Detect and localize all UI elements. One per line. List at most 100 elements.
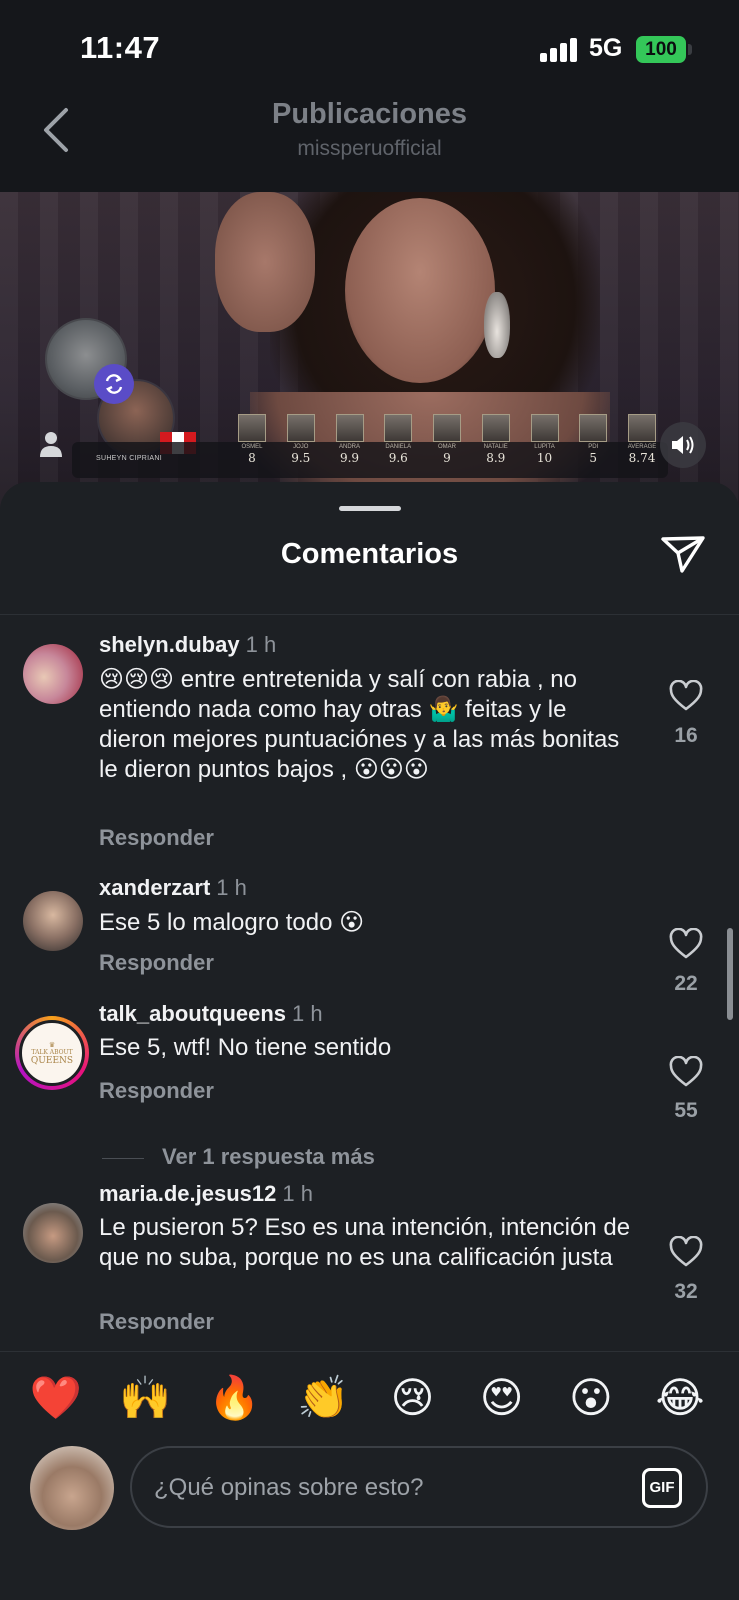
comment-avatar[interactable] [23,1203,83,1263]
judge-name: LUPITA [534,444,555,450]
user-icon[interactable] [38,430,64,458]
top-bar: 11:47 5G 100 Publicaciones missperuoffic… [0,0,739,192]
reaction-emoji[interactable]: 🔥 [196,1372,272,1424]
comment-text: Ese 5, wtf! No tiene sentido [99,1034,392,1061]
composer-area: ❤️🙌🔥👏 😢😍😮😂 GIF [0,1351,739,1600]
comment-time: 1 h [216,875,247,900]
page-subtitle[interactable]: missperuofficial [0,137,739,161]
judge-name: AVERAGE [627,444,657,450]
view-more-replies[interactable]: Ver 1 respuesta más [162,1144,375,1170]
my-avatar [30,1446,114,1530]
like-count: 16 [674,724,698,747]
page-title: Publicaciones [271,98,467,130]
heart-icon[interactable] [669,680,703,712]
judge-score: JOJO 9.5 [281,414,321,478]
sheet-divider [0,614,739,615]
reaction-emoji[interactable]: 👏 [285,1372,361,1424]
comment-avatar[interactable] [23,891,83,951]
heart-icon[interactable] [669,1056,703,1088]
judge-score: OMAR 9 [427,414,467,478]
judge-value: 9.9 [339,451,360,465]
judge-value: 8.74 [628,451,656,465]
judge-photo [433,414,461,442]
judge-photo [335,414,364,442]
judge-value: 8.9 [486,451,506,465]
judge-score: NATALIE 8.9 [476,414,516,478]
scoreboard: SUHEYN CIPRIANI OSMEL 8 JOJO 9.5 ANDRA 9.9 DAN… [72,414,668,478]
judge-name: DANIELA [385,444,412,450]
reply-button[interactable]: Responder [99,1078,214,1104]
network-label: 5G [589,34,623,62]
comment-username[interactable]: shelyn.dubay 1 h [99,632,276,658]
signal-icon [540,38,578,62]
judge-photo [579,414,608,442]
judge-score: DANIELA 9.6 [378,414,418,478]
reply-button[interactable]: Responder [99,1309,214,1335]
reaction-emoji[interactable]: 😍 [464,1372,540,1424]
judge-photo [384,414,413,442]
reaction-emoji[interactable]: 😂 [642,1372,718,1424]
judge-name: JOJO [293,444,309,450]
judge-photo [481,414,510,442]
comment-username[interactable]: xanderzart 1 h [99,875,247,901]
like-count: 22 [674,972,698,995]
heart-icon[interactable] [669,1236,703,1268]
repost-icon [94,364,134,404]
judge-value: 5 [589,451,598,465]
reaction-emoji[interactable]: 🙌 [107,1372,183,1424]
sheet-grabber[interactable] [339,506,401,511]
comment-time: 1 h [282,1181,313,1206]
replies-divider [102,1158,144,1159]
sheet-title: Comentarios [280,538,459,570]
gif-button[interactable]: GIF [642,1468,682,1508]
comment-text: Le pusieron 5? Eso es una intención, int… [99,1214,631,1271]
reaction-emoji[interactable]: 😮 [553,1372,629,1424]
battery-icon: 100 [636,36,686,63]
reaction-emoji[interactable]: ❤️ [18,1372,94,1424]
media-earring [484,292,510,358]
comment-text: Ese 5 lo malogro todo 😮 [99,909,365,936]
judge-score: PDI 5 [573,414,613,478]
volume-icon[interactable] [660,422,706,468]
comment-username[interactable]: talk_aboutqueens 1 h [99,1001,323,1027]
comment-avatar[interactable] [23,644,83,704]
reply-button[interactable]: Responder [99,950,214,976]
share-send-icon[interactable] [660,534,706,574]
comment-input-box[interactable]: GIF [130,1446,708,1528]
judge-value: 9.5 [291,451,311,465]
judge-photo [286,414,315,442]
contestant-name: SUHEYN CIPRIANI [96,455,162,462]
reply-button[interactable]: Responder [99,825,214,851]
judge-score: LUPITA 10 [525,414,565,478]
post-media[interactable]: SUHEYN CIPRIANI OSMEL 8 JOJO 9.5 ANDRA 9.9 DAN… [0,192,739,522]
comment-username[interactable]: maria.de.jesus12 1 h [99,1181,313,1207]
comment-input[interactable] [154,1468,614,1508]
media-hand [215,192,315,332]
talk-about-queens-logo: ♛ TALK ABOUT QUEENS [19,1020,85,1086]
judge-value: 8 [248,451,256,465]
like-count: 32 [674,1280,698,1303]
comment-avatar[interactable]: ♛ TALK ABOUT QUEENS [15,1016,89,1090]
judge-photo [530,414,559,442]
comment-time: 1 h [245,632,277,657]
like-count: 55 [674,1099,698,1122]
judge-value: 9 [443,451,451,465]
judge-score: ANDRA 9.9 [330,414,370,478]
judge-name: PDI [588,444,599,450]
judge-name: ANDRA [338,444,360,450]
judge-score: AVERAGE 8.74 [622,414,662,478]
heart-icon[interactable] [669,928,703,960]
comment-text: 😢😢😢 entre entretenida y salí con rabia ,… [99,666,620,783]
judge-name: OMAR [438,444,456,450]
status-time: 11:47 [80,30,161,65]
status-bar: 11:47 5G 100 [0,0,739,96]
reaction-emoji[interactable]: 😢 [375,1372,451,1424]
scrollbar[interactable] [727,928,733,1020]
battery-tip [688,44,692,55]
comment-time: 1 h [292,1001,323,1026]
judge-name: OSMEL [241,444,263,450]
judge-photo [238,414,266,442]
judge-photo [628,414,656,442]
quick-reactions: ❤️ 🙌 🔥 👏 😢 😍 😮 😂 [18,1372,718,1424]
judge-score: OSMEL 8 [232,414,272,478]
